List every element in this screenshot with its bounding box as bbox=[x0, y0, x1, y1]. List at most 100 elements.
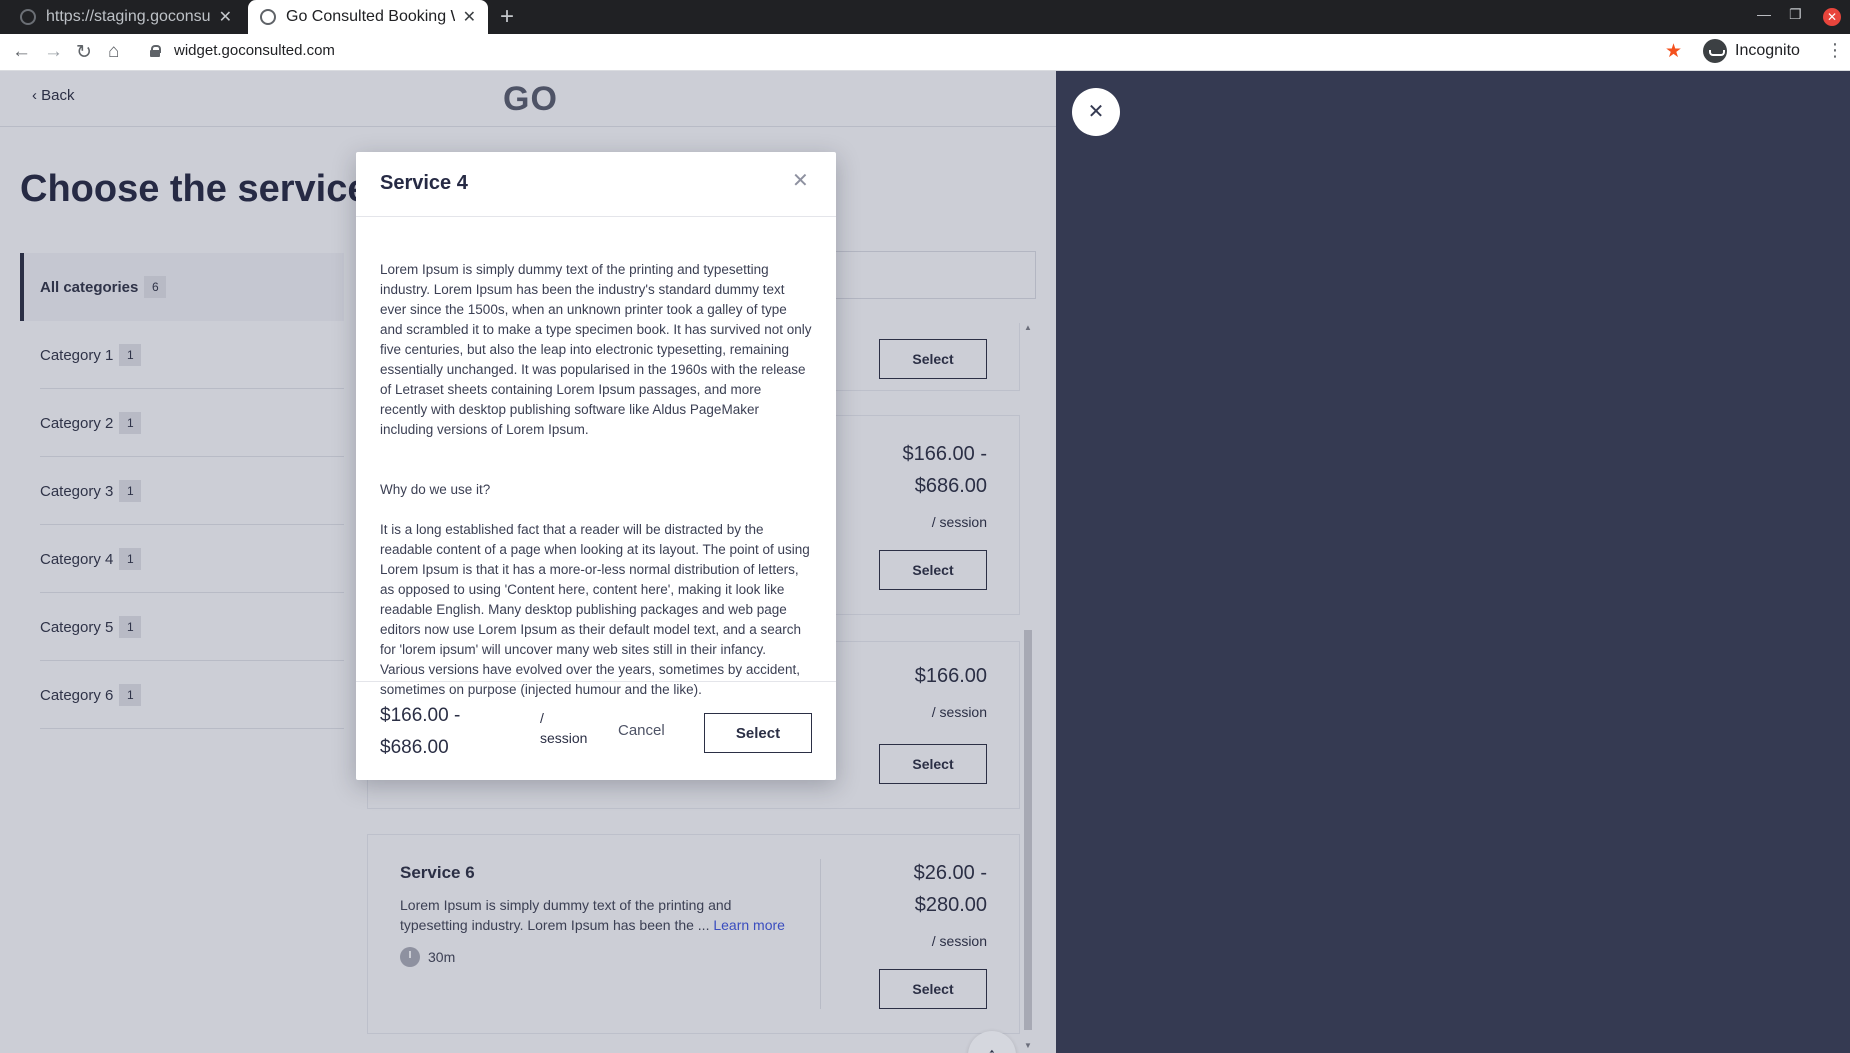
category-label: Category 6 bbox=[40, 686, 114, 704]
category-6[interactable]: Category 6 1 bbox=[20, 661, 344, 729]
count-badge: 6 bbox=[144, 276, 167, 298]
new-tab-icon[interactable]: + bbox=[500, 4, 514, 30]
price-line: $26.00 - bbox=[913, 862, 987, 884]
home-icon[interactable]: ⌂ bbox=[108, 41, 119, 63]
cancel-button[interactable]: Cancel bbox=[618, 722, 665, 739]
service-description: Lorem Ipsum is simply dummy text of the … bbox=[400, 895, 790, 935]
scrollbar[interactable]: ▲ ▼ bbox=[1023, 323, 1033, 1053]
globe-icon bbox=[20, 9, 36, 25]
price-range: $166.00 - $686.00 bbox=[902, 438, 987, 502]
star-icon[interactable]: ★ bbox=[1665, 40, 1682, 63]
scroll-up-icon[interactable]: ▲ bbox=[1024, 323, 1032, 332]
globe-icon bbox=[260, 9, 276, 25]
window-close-icon[interactable]: ✕ bbox=[1823, 8, 1841, 26]
price-line: $686.00 bbox=[914, 475, 987, 497]
lock-icon bbox=[150, 44, 161, 57]
scrollbar-thumb[interactable] bbox=[1024, 630, 1032, 1030]
category-1[interactable]: Category 1 1 bbox=[20, 321, 344, 389]
price-line: $280.00 bbox=[914, 894, 987, 916]
select-button[interactable]: Select bbox=[704, 713, 812, 753]
category-5[interactable]: Category 5 1 bbox=[20, 593, 344, 661]
close-widget-button[interactable]: ✕ bbox=[1072, 88, 1120, 136]
category-label: Category 4 bbox=[40, 550, 114, 568]
duration-text: 30m bbox=[428, 949, 456, 965]
category-2[interactable]: Category 2 1 bbox=[20, 389, 344, 457]
description-paragraph: It is a long established fact that a rea… bbox=[380, 522, 810, 697]
category-all[interactable]: All categories 6 bbox=[20, 253, 344, 321]
description-text: Lorem Ipsum is simply dummy text of the … bbox=[400, 897, 732, 933]
arrow-up-icon: ↑ bbox=[988, 1044, 997, 1053]
description-heading: Why do we use it? bbox=[380, 482, 491, 497]
modal-header: Service 4 ✕ bbox=[356, 152, 836, 217]
select-button[interactable]: Select bbox=[879, 744, 987, 784]
restore-icon[interactable]: ❐ bbox=[1789, 6, 1802, 23]
divider bbox=[820, 859, 821, 1009]
search-input[interactable] bbox=[832, 251, 1036, 299]
logo: GO bbox=[503, 80, 558, 118]
service-name: Service 6 bbox=[400, 863, 475, 882]
menu-icon[interactable]: ⋮ bbox=[1826, 40, 1844, 61]
price-unit-line: / bbox=[540, 710, 544, 726]
modal-price-unit: / session bbox=[540, 708, 587, 748]
price-line: $166.00 - bbox=[380, 705, 461, 726]
price-unit: / session bbox=[931, 933, 987, 949]
select-button[interactable]: Select bbox=[879, 969, 987, 1009]
back-button[interactable]: ‹ Back bbox=[32, 87, 75, 104]
modal-description: Lorem Ipsum is simply dummy text of the … bbox=[380, 240, 812, 720]
category-label: Category 5 bbox=[40, 618, 114, 636]
category-label: All categories bbox=[40, 278, 139, 296]
count-badge: 1 bbox=[119, 548, 142, 570]
modal-price: $166.00 - $686.00 bbox=[380, 700, 460, 764]
count-badge: 1 bbox=[119, 684, 142, 706]
tab-title: https://staging.goconsult bbox=[46, 8, 211, 25]
category-label: Category 3 bbox=[40, 482, 114, 500]
service-card-6: Service 6 Lorem Ipsum is simply dummy te… bbox=[367, 834, 1020, 1034]
description-paragraph: Lorem Ipsum is simply dummy text of the … bbox=[380, 262, 812, 437]
close-tab-icon[interactable]: ✕ bbox=[463, 7, 476, 27]
browser-toolbar: ← → ↻ ⌂ widget.goconsulted.com ★ Incogni… bbox=[0, 34, 1850, 71]
browser-tab-booking[interactable]: Go Consulted Booking W ✕ bbox=[248, 0, 488, 34]
price-unit-line: session bbox=[540, 730, 588, 746]
price-range: $26.00 - $280.00 bbox=[914, 857, 987, 921]
address-bar[interactable]: widget.goconsulted.com bbox=[150, 42, 335, 59]
incognito-icon bbox=[1703, 39, 1727, 63]
service-details-modal: Service 4 ✕ Lorem Ipsum is simply dummy … bbox=[356, 152, 836, 780]
count-badge: 1 bbox=[119, 480, 142, 502]
select-button[interactable]: Select bbox=[879, 339, 987, 379]
clock-icon bbox=[400, 947, 420, 967]
price-unit: / session bbox=[931, 514, 987, 530]
divider bbox=[40, 728, 344, 729]
minimize-icon[interactable]: — bbox=[1757, 6, 1771, 22]
price-line: $166.00 - bbox=[902, 443, 987, 465]
count-badge: 1 bbox=[119, 616, 142, 638]
category-3[interactable]: Category 3 1 bbox=[20, 457, 344, 525]
category-label: Category 2 bbox=[40, 414, 114, 432]
price-line: $686.00 bbox=[380, 737, 449, 758]
incognito-label: Incognito bbox=[1735, 42, 1800, 59]
incognito-indicator[interactable]: Incognito bbox=[1703, 39, 1800, 63]
count-badge: 1 bbox=[119, 344, 142, 366]
learn-more-link[interactable]: Learn more bbox=[713, 917, 785, 933]
back-arrow-icon[interactable]: ← bbox=[12, 41, 31, 63]
browser-tab-staging[interactable]: https://staging.goconsult ✕ bbox=[8, 0, 244, 34]
select-button[interactable]: Select bbox=[879, 550, 987, 590]
count-badge: 1 bbox=[119, 412, 142, 434]
tab-title: Go Consulted Booking W bbox=[286, 8, 455, 25]
browser-tab-bar: https://staging.goconsult ✕ Go Consulted… bbox=[0, 0, 1850, 34]
forward-arrow-icon[interactable]: → bbox=[44, 41, 63, 63]
close-tab-icon[interactable]: ✕ bbox=[219, 7, 232, 27]
duration: 30m bbox=[400, 947, 455, 967]
modal-title: Service 4 bbox=[380, 172, 468, 194]
close-icon: ✕ bbox=[1087, 101, 1105, 123]
category-label: Category 1 bbox=[40, 346, 114, 364]
side-panel bbox=[1056, 71, 1850, 1053]
category-4[interactable]: Category 4 1 bbox=[20, 525, 344, 593]
reload-icon[interactable]: ↻ bbox=[76, 41, 92, 64]
scroll-down-icon[interactable]: ▼ bbox=[1024, 1041, 1032, 1050]
url-text: widget.goconsulted.com bbox=[174, 42, 335, 59]
page-title: Choose the service bbox=[20, 168, 369, 210]
chevron-left-icon: ‹ bbox=[32, 87, 42, 104]
close-icon[interactable]: ✕ bbox=[792, 168, 809, 193]
price: $166.00 bbox=[914, 665, 987, 687]
price-unit: / session bbox=[931, 704, 987, 720]
